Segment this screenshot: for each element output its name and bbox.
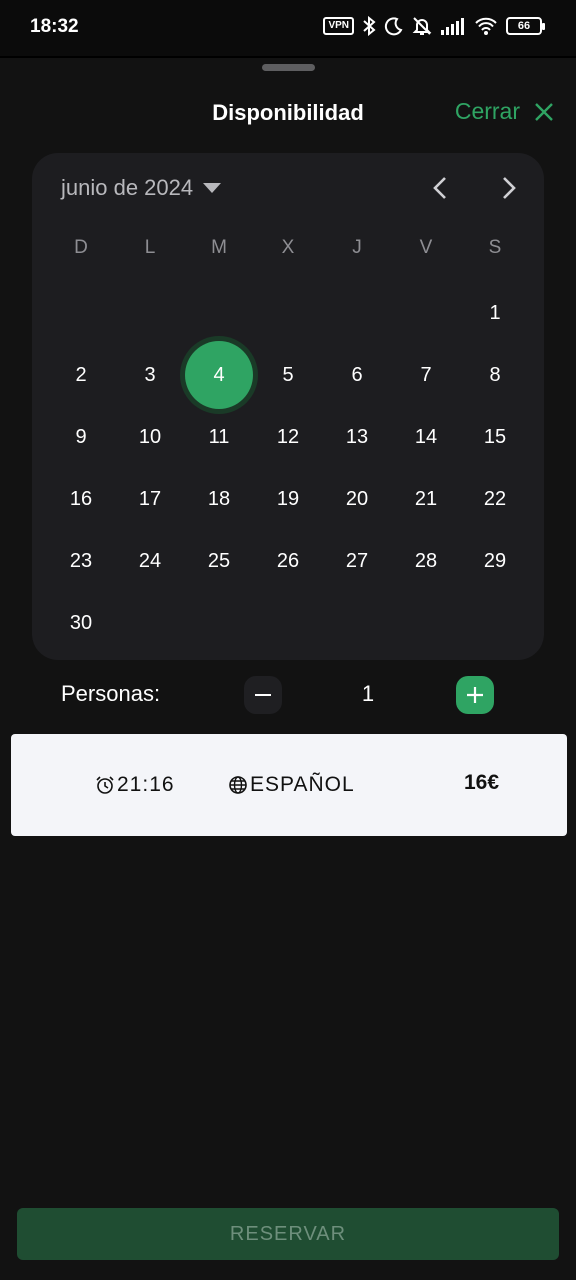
calendar-day[interactable]: 26 bbox=[258, 539, 318, 583]
wifi-icon bbox=[475, 17, 497, 35]
slot-language-value: ESPAÑOL bbox=[250, 773, 355, 796]
calendar-day[interactable]: 18 bbox=[189, 477, 249, 521]
calendar-day[interactable]: 8 bbox=[465, 353, 525, 397]
weekday-label: M bbox=[211, 237, 227, 258]
weekday-label: S bbox=[488, 237, 502, 258]
calendar-day[interactable]: 24 bbox=[120, 539, 180, 583]
calendar-day[interactable]: 17 bbox=[120, 477, 180, 521]
calendar-day[interactable]: 13 bbox=[327, 415, 387, 459]
previous-month-button[interactable] bbox=[425, 173, 455, 203]
month-selector[interactable]: junio de 2024 bbox=[61, 175, 222, 201]
weekday-label: D bbox=[74, 237, 88, 258]
slot-time: 21:16 bbox=[95, 773, 175, 797]
calendar-day[interactable]: 10 bbox=[120, 415, 180, 459]
slot-time-value: 21:16 bbox=[117, 773, 175, 796]
calendar-day[interactable]: 19 bbox=[258, 477, 318, 521]
weekday-label: L bbox=[144, 237, 156, 258]
calendar-day[interactable]: 28 bbox=[396, 539, 456, 583]
calendar-day[interactable]: 14 bbox=[396, 415, 456, 459]
calendar-day[interactable]: 22 bbox=[465, 477, 525, 521]
availability-sheet: Disponibilidad Cerrar junio de 2024 DLMX… bbox=[0, 58, 576, 1280]
slot-language: ESPAÑOL bbox=[228, 773, 355, 797]
reserve-button[interactable]: RESERVAR bbox=[17, 1208, 559, 1260]
alarm-clock-icon bbox=[96, 776, 114, 794]
calendar-day[interactable]: 29 bbox=[465, 539, 525, 583]
calendar-day[interactable]: 3 bbox=[120, 353, 180, 397]
calendar-day[interactable]: 5 bbox=[258, 353, 318, 397]
calendar-day[interactable]: 16 bbox=[51, 477, 111, 521]
calendar-day[interactable]: 7 bbox=[396, 353, 456, 397]
calendar-day-selected[interactable]: 4 bbox=[185, 341, 253, 409]
calendar-day[interactable]: 1 bbox=[465, 291, 525, 335]
chevron-right-icon bbox=[503, 177, 516, 199]
close-button[interactable]: Cerrar bbox=[455, 98, 554, 125]
calendar-day[interactable]: 27 bbox=[327, 539, 387, 583]
weekday-label: J bbox=[352, 237, 362, 258]
bell-off-icon bbox=[412, 17, 432, 35]
moon-icon bbox=[384, 17, 403, 36]
calendar-day[interactable]: 23 bbox=[51, 539, 111, 583]
bluetooth-icon bbox=[363, 16, 376, 36]
persons-count: 1 bbox=[361, 681, 375, 706]
close-label: Cerrar bbox=[454, 98, 520, 124]
persons-label: Personas: bbox=[61, 681, 161, 706]
slot-price: 16€ bbox=[464, 771, 500, 794]
weekday-label: X bbox=[281, 237, 295, 258]
status-time: 18:32 bbox=[30, 16, 79, 37]
chevron-left-icon bbox=[433, 177, 446, 199]
calendar-day[interactable]: 12 bbox=[258, 415, 318, 459]
plus-icon bbox=[467, 687, 483, 703]
calendar-day[interactable]: 15 bbox=[465, 415, 525, 459]
calendar-day[interactable]: 2 bbox=[51, 353, 111, 397]
time-slot-card[interactable]: 21:16 ESPAÑOL 16€ bbox=[11, 734, 567, 836]
calendar-day[interactable]: 9 bbox=[51, 415, 111, 459]
calendar-day[interactable]: 11 bbox=[189, 415, 249, 459]
increase-persons-button[interactable] bbox=[456, 676, 494, 714]
status-icons: VPN 66 bbox=[323, 16, 545, 36]
caret-down-icon bbox=[203, 183, 222, 193]
calendar-day[interactable]: 30 bbox=[51, 601, 111, 645]
decrease-persons-button[interactable] bbox=[244, 676, 282, 714]
calendar: junio de 2024 DLMXJVS 1 2 3 4 5 6 7 8 9 10 11 12 13 1… bbox=[32, 153, 544, 660]
calendar-day[interactable]: 6 bbox=[327, 353, 387, 397]
vpn-icon: VPN bbox=[323, 17, 354, 35]
weekday-label: V bbox=[419, 237, 433, 258]
month-label: junio de 2024 bbox=[61, 175, 194, 200]
minus-icon bbox=[255, 694, 271, 696]
next-month-button[interactable] bbox=[494, 173, 524, 203]
calendar-day[interactable]: 20 bbox=[327, 477, 387, 521]
signal-icon bbox=[441, 18, 464, 35]
sheet-drag-handle[interactable] bbox=[262, 64, 315, 71]
status-bar: 18:32 VPN 66 bbox=[0, 0, 576, 56]
calendar-day[interactable]: 25 bbox=[189, 539, 249, 583]
close-icon bbox=[535, 102, 553, 121]
globe-icon bbox=[229, 776, 247, 794]
calendar-day[interactable]: 21 bbox=[396, 477, 456, 521]
battery-icon: 66 bbox=[506, 17, 545, 35]
